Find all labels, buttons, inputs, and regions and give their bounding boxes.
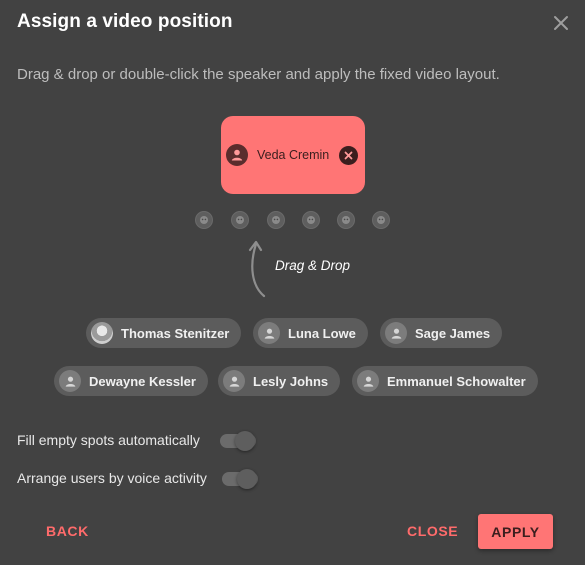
participant-name: Thomas Stenitzer (121, 325, 230, 341)
fill-empty-spots-toggle[interactable] (220, 431, 256, 451)
video-slot[interactable] (337, 211, 355, 229)
video-slots (195, 211, 395, 231)
active-speaker-name: Veda Cremin (257, 148, 330, 162)
participant-chip[interactable]: Dewayne Kessler (54, 366, 208, 396)
person-icon (385, 322, 407, 344)
person-icon (357, 370, 379, 392)
participant-chip[interactable]: Luna Lowe (253, 318, 368, 348)
participant-chip[interactable]: Sage James (380, 318, 503, 348)
participant-name: Lesly Johns (253, 373, 329, 389)
active-speaker-card[interactable]: Veda Cremin (221, 116, 365, 194)
voice-activity-toggle[interactable] (222, 469, 258, 489)
video-slot[interactable] (372, 211, 390, 229)
close-button[interactable]: CLOSE (407, 523, 458, 539)
person-icon (258, 322, 280, 344)
participant-chip[interactable]: Emmanuel Schowalter (352, 366, 538, 396)
person-icon (223, 370, 245, 392)
close-icon[interactable] (551, 13, 571, 33)
person-icon (59, 370, 81, 392)
video-slot[interactable] (267, 211, 285, 229)
curved-arrow-icon (248, 240, 266, 298)
participant-name: Luna Lowe (288, 325, 356, 341)
assign-video-position-dialog: Assign a video position Drag & drop or d… (0, 0, 585, 565)
dialog-title: Assign a video position (17, 11, 233, 32)
toggle-knob (235, 431, 255, 451)
video-slot[interactable] (231, 211, 249, 229)
participant-name: Dewayne Kessler (89, 373, 196, 389)
toggle-knob (237, 469, 257, 489)
video-slot[interactable] (195, 211, 213, 229)
apply-button[interactable]: APPLY (478, 514, 553, 549)
voice-activity-label: Arrange users by voice activity (17, 470, 207, 486)
dialog-description: Drag & drop or double-click the speaker … (17, 66, 500, 83)
fill-empty-spots-label: Fill empty spots automatically (17, 432, 200, 448)
avatar (91, 322, 113, 344)
back-button[interactable]: BACK (46, 523, 89, 539)
participant-chip[interactable]: Thomas Stenitzer (86, 318, 242, 348)
participant-chip[interactable]: Lesly Johns (218, 366, 341, 396)
drag-drop-hint: Drag & Drop (275, 258, 351, 273)
person-icon (226, 144, 248, 166)
participant-name: Emmanuel Schowalter (387, 373, 526, 389)
video-slot[interactable] (302, 211, 320, 229)
participant-name: Sage James (415, 325, 491, 341)
remove-speaker-icon[interactable] (339, 145, 358, 165)
